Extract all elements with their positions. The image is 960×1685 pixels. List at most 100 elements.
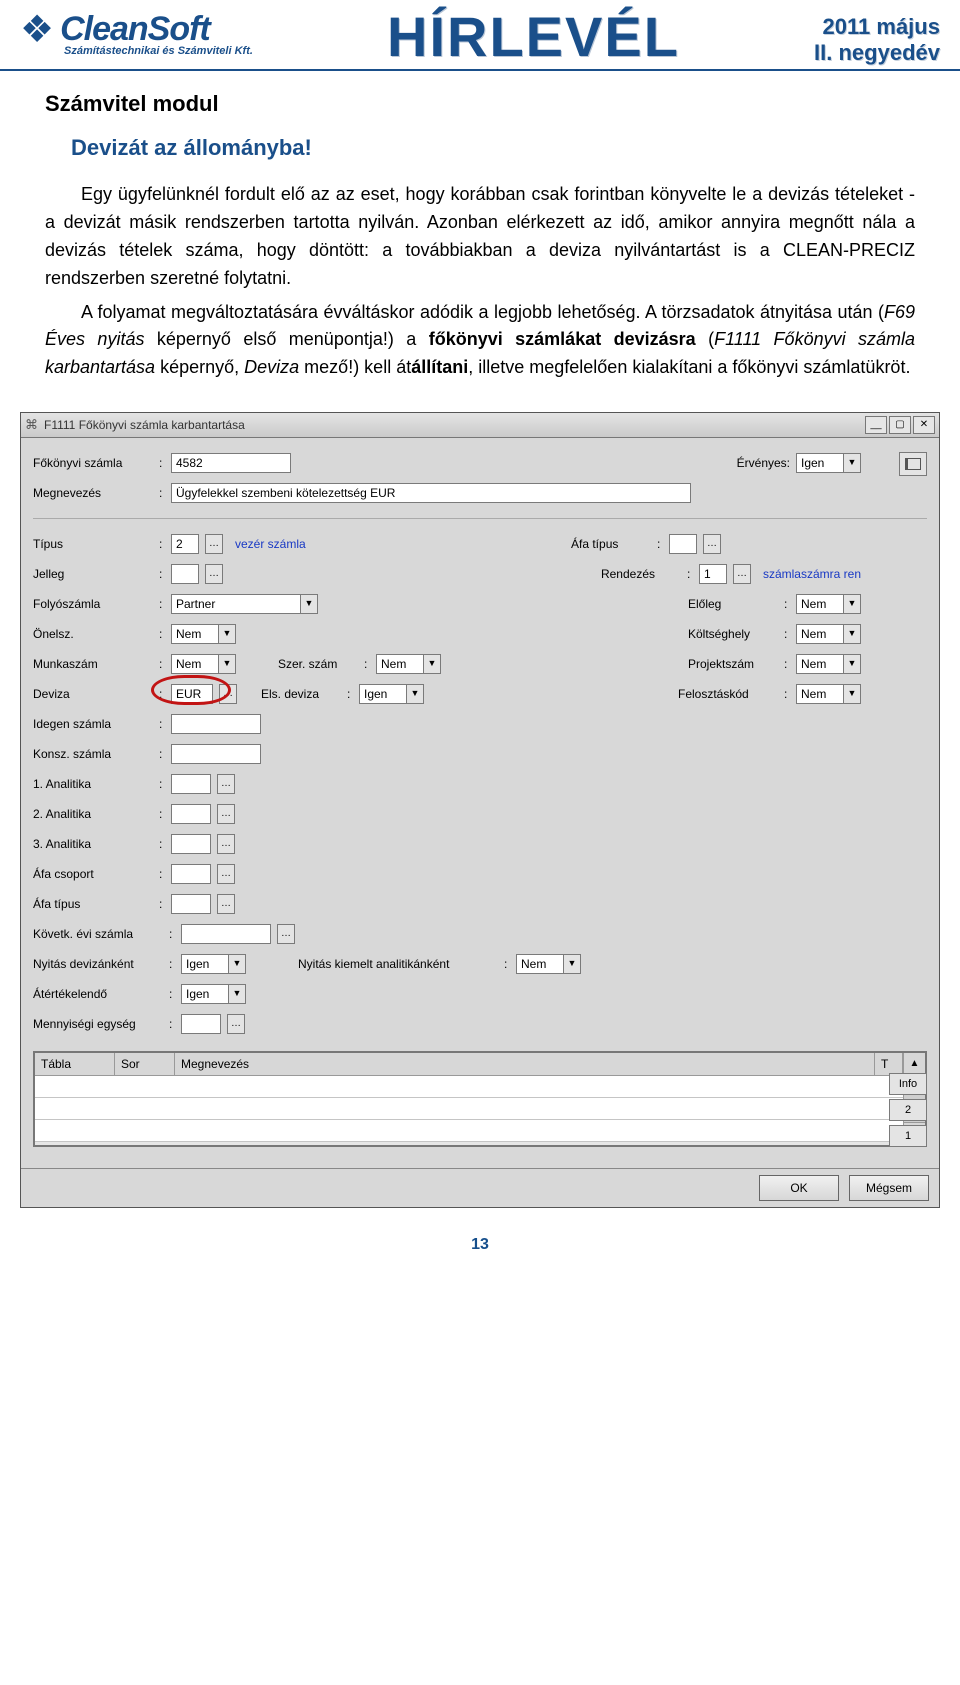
ok-button[interactable]: OK xyxy=(759,1175,839,1201)
maximize-button[interactable]: ▢ xyxy=(889,416,911,434)
label-afa-tipus: Áfa típus xyxy=(571,537,651,551)
combo-eloleg[interactable]: ▼ xyxy=(796,594,861,614)
label-an2: 2. Analitika xyxy=(33,807,153,821)
page-header: ❖ CleanSoft Számítástechnikai és Számvit… xyxy=(0,0,960,71)
lookup-button-an1[interactable]: … xyxy=(217,774,235,794)
input-deviza[interactable] xyxy=(171,684,213,704)
chevron-down-icon[interactable]: ▼ xyxy=(219,654,236,674)
chevron-down-icon[interactable]: ▼ xyxy=(844,594,861,614)
chevron-down-icon[interactable]: ▼ xyxy=(844,684,861,704)
combo-folyoszamla[interactable]: ▼ xyxy=(171,594,318,614)
chevron-down-icon[interactable]: ▼ xyxy=(407,684,424,704)
label-ervenyes: Érvényes: xyxy=(737,456,790,470)
combo-felosztaskod[interactable]: ▼ xyxy=(796,684,861,704)
input-an2[interactable] xyxy=(171,804,211,824)
label-szer-szam: Szer. szám xyxy=(278,657,358,671)
grid-header-sor[interactable]: Sor xyxy=(115,1053,175,1075)
lookup-button-deviza[interactable]: … xyxy=(219,684,237,704)
combo-koltseghely[interactable]: ▼ xyxy=(796,624,861,644)
lookup-button-tipus[interactable]: … xyxy=(205,534,223,554)
grid-header-megnevezes[interactable]: Megnevezés xyxy=(175,1053,875,1075)
side-button-2[interactable]: 2 xyxy=(889,1099,927,1121)
aux-rendezes: számlaszámra ren xyxy=(763,567,861,581)
input-afa-tipus[interactable] xyxy=(669,534,697,554)
title-bar: ⌘ F1111 Főkönyvi számla karbantartása __… xyxy=(21,413,939,438)
input-tipus[interactable] xyxy=(171,534,199,554)
combo-atertekelendo[interactable]: ▼ xyxy=(181,984,246,1004)
chevron-down-icon[interactable]: ▼ xyxy=(219,624,236,644)
scroll-up-icon[interactable]: ▲ xyxy=(904,1053,925,1075)
chevron-down-icon[interactable]: ▼ xyxy=(424,654,441,674)
minimize-button[interactable]: __ xyxy=(865,416,887,434)
chevron-down-icon[interactable]: ▼ xyxy=(229,984,246,1004)
chevron-down-icon[interactable]: ▼ xyxy=(844,453,861,473)
input-megnevezes[interactable] xyxy=(171,483,691,503)
input-afa-csoport[interactable] xyxy=(171,864,211,884)
input-kovetk[interactable] xyxy=(181,924,271,944)
grid-row[interactable] xyxy=(35,1120,903,1142)
form-body: Főkönyvi számla : Érvényes: ▼ Megnevezés… xyxy=(21,438,939,1207)
label-an1: 1. Analitika xyxy=(33,777,153,791)
lookup-button-kovetk[interactable]: … xyxy=(277,924,295,944)
chevron-down-icon[interactable]: ▼ xyxy=(301,594,318,614)
close-button[interactable]: ✕ xyxy=(913,416,935,434)
combo-ervenyes[interactable]: ▼ xyxy=(796,453,861,473)
label-munkaszam: Munkaszám xyxy=(33,657,153,671)
combo-nyitas-an[interactable]: ▼ xyxy=(516,954,581,974)
p1b3: képernyő első menüpontja!) a xyxy=(144,329,428,349)
page-number: 13 xyxy=(0,1228,960,1268)
chevron-down-icon[interactable]: ▼ xyxy=(844,654,861,674)
input-rendezes[interactable] xyxy=(699,564,727,584)
date-line2: II. negyedév xyxy=(814,40,940,66)
input-afa-tipus2[interactable] xyxy=(171,894,211,914)
lookup-button-an2[interactable]: … xyxy=(217,804,235,824)
chevron-down-icon[interactable]: ▼ xyxy=(844,624,861,644)
app-icon: ⌘ xyxy=(25,417,38,433)
combo-munkaszam[interactable]: ▼ xyxy=(171,654,236,674)
label-tipus: Típus xyxy=(33,537,153,551)
side-button-1[interactable]: 1 xyxy=(889,1125,927,1147)
lookup-button-rendezes[interactable]: … xyxy=(733,564,751,584)
newsletter-title: HÍRLEVÉL xyxy=(387,4,680,69)
chevron-down-icon[interactable]: ▼ xyxy=(564,954,581,974)
lookup-button-afa-tipus2[interactable]: … xyxy=(217,894,235,914)
combo-projektszam[interactable]: ▼ xyxy=(796,654,861,674)
logo-name: CleanSoft xyxy=(60,10,210,49)
input-jelleg[interactable] xyxy=(171,564,199,584)
combo-nyitas-dev[interactable]: ▼ xyxy=(181,954,246,974)
lookup-button-jelleg[interactable]: … xyxy=(205,564,223,584)
label-nyitas-dev: Nyitás devizánként xyxy=(33,957,163,971)
input-fokonyvi-szamla[interactable] xyxy=(171,453,291,473)
grid-row[interactable] xyxy=(35,1098,903,1120)
grid-header-t[interactable]: T xyxy=(875,1053,903,1075)
grid-row[interactable] xyxy=(35,1076,903,1098)
chevron-down-icon[interactable]: ▼ xyxy=(229,954,246,974)
side-tool-button[interactable] xyxy=(899,452,927,476)
label-fokonyvi-szamla: Főkönyvi számla xyxy=(33,456,153,470)
lookup-button-an3[interactable]: … xyxy=(217,834,235,854)
p1b1: A folyamat megváltoztatására évváltáskor… xyxy=(81,302,884,322)
label-deviza: Deviza xyxy=(33,687,153,701)
sub-grid: Tábla Sor Megnevezés T ▲ ▼ xyxy=(33,1051,927,1147)
p1b10: állítani xyxy=(411,357,468,377)
input-idegen-szamla[interactable] xyxy=(171,714,261,734)
paragraph-1: Egy ügyfelünknél fordult elő az az eset,… xyxy=(45,181,915,293)
lookup-button-mennyisegi[interactable]: … xyxy=(227,1014,245,1034)
lookup-button-afa-csoport[interactable]: … xyxy=(217,864,235,884)
side-button-stack: Info 2 1 xyxy=(889,1073,927,1147)
combo-szer-szam[interactable]: ▼ xyxy=(376,654,441,674)
info-button[interactable]: Info xyxy=(889,1073,927,1095)
cancel-button[interactable]: Mégsem xyxy=(849,1175,929,1201)
combo-els-deviza[interactable]: ▼ xyxy=(359,684,424,704)
grid-header-tabla[interactable]: Tábla xyxy=(35,1053,115,1075)
label-eloleg: Előleg xyxy=(688,597,778,611)
input-an1[interactable] xyxy=(171,774,211,794)
input-mennyisegi[interactable] xyxy=(181,1014,221,1034)
label-els-deviza: Els. deviza xyxy=(261,687,341,701)
lookup-button-afa-tipus[interactable]: … xyxy=(703,534,721,554)
input-an3[interactable] xyxy=(171,834,211,854)
label-mennyisegi: Mennyiségi egység xyxy=(33,1017,163,1031)
input-konsz-szamla[interactable] xyxy=(171,744,261,764)
combo-onelsz[interactable]: ▼ xyxy=(171,624,236,644)
p1b7: képernyő, xyxy=(155,357,244,377)
